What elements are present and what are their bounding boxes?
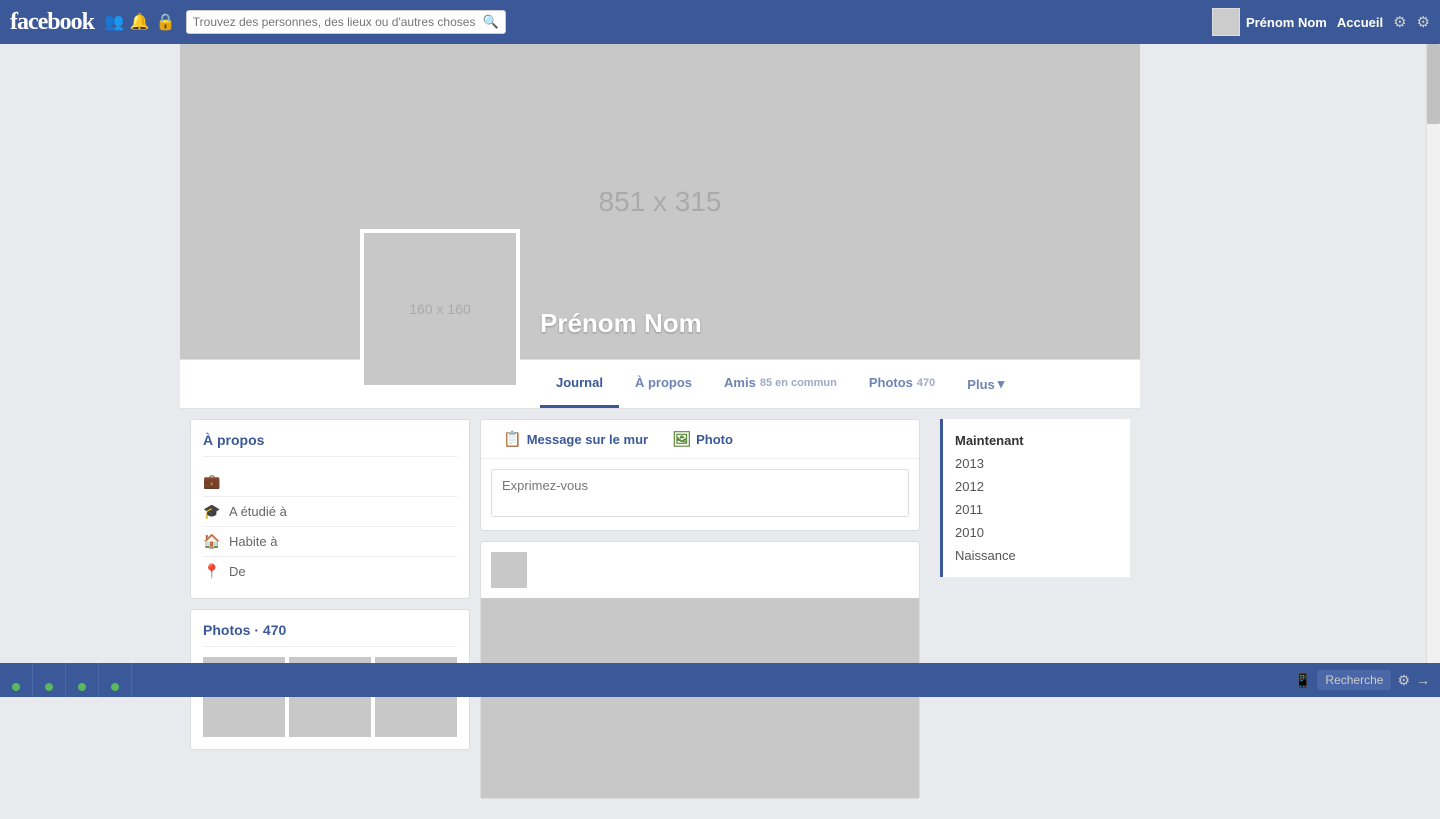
profile-tabs-bar: Journal À propos Amis 85 en commun Photo… — [180, 359, 1140, 409]
post-box-tabs: 📋 Message sur le mur 🖼 Photo — [481, 420, 919, 459]
page-wrapper: 851 x 315 160 x 160 Prénom Nom Journal À… — [0, 44, 1440, 819]
photo-tab-label: Photo — [696, 432, 733, 447]
green-dot-4 — [111, 683, 119, 691]
post-input[interactable] — [491, 469, 909, 517]
gear-icon[interactable]: ⚙ — [1393, 13, 1406, 31]
profile-name: Prénom Nom — [540, 308, 702, 339]
right-column: 📋 Message sur le mur 🖼 Photo — [480, 419, 920, 809]
timeline-2011[interactable]: 2011 — [943, 498, 1130, 521]
feed-header — [481, 542, 919, 598]
about-home: 🏠 Habite à — [203, 527, 457, 557]
user-area[interactable]: Prénom Nom — [1212, 8, 1327, 36]
timeline-2010[interactable]: 2010 — [943, 521, 1130, 544]
settings-icon[interactable]: ⚙ — [1417, 13, 1430, 31]
search-bar[interactable]: 🔍 — [186, 10, 506, 34]
tab-photos[interactable]: Photos 470 — [853, 360, 951, 408]
green-dot-1 — [12, 683, 20, 691]
search-icon: 🔍 — [483, 14, 499, 30]
about-from: 📍 De — [203, 557, 457, 586]
feed-content-body — [481, 598, 919, 798]
timeline-sidebar: Maintenant 2013 2012 2011 2010 — [930, 419, 1130, 809]
topnav-right: Prénom Nom Accueil ⚙ ⚙ — [1212, 8, 1430, 36]
bottom-item-4[interactable] — [99, 663, 132, 697]
user-avatar-small — [1212, 8, 1240, 36]
timeline-nav: Maintenant 2013 2012 2011 2010 — [940, 419, 1130, 577]
bottom-search[interactable]: Recherche — [1317, 670, 1391, 690]
bottom-item-2[interactable] — [33, 663, 66, 697]
photo-icon: 🖼 — [672, 430, 691, 448]
from-label: De — [229, 564, 246, 579]
green-dot-2 — [45, 683, 53, 691]
bottom-search-label: Recherche — [1325, 673, 1383, 687]
education-icon: 🎓 — [203, 503, 221, 520]
two-col-layout: À propos 💼 🎓 A étudié à 🏠 Habite à — [180, 419, 1140, 819]
search-input[interactable] — [193, 15, 483, 29]
notifications-icon[interactable]: 🔔 — [130, 12, 150, 32]
post-input-area — [481, 459, 919, 530]
phone-icon[interactable]: 📱 — [1294, 672, 1311, 689]
profile-picture[interactable]: 160 x 160 — [360, 229, 520, 389]
center-content: 851 x 315 160 x 160 Prénom Nom Journal À… — [180, 44, 1140, 819]
cover-photo: 851 x 315 160 x 160 Prénom Nom — [180, 44, 1140, 359]
nav-icon-group: 👥 🔔 🔒 — [104, 12, 176, 32]
bottom-item-1[interactable] — [0, 663, 33, 697]
lock-icon[interactable]: 🔒 — [156, 12, 176, 32]
home-icon: 🏠 — [203, 533, 221, 550]
bottom-arrow-icon[interactable]: → — [1416, 672, 1430, 688]
wall-tab[interactable]: 📋 Message sur le mur — [491, 420, 660, 458]
location-icon: 📍 — [203, 563, 221, 580]
about-box: À propos 💼 🎓 A étudié à 🏠 Habite à — [190, 419, 470, 599]
bottom-item-3[interactable] — [66, 663, 99, 697]
green-dot-3 — [78, 683, 86, 691]
cover-dimensions: 851 x 315 — [599, 186, 722, 218]
bottom-bar: 📱 Recherche ⚙ → — [0, 663, 1440, 697]
user-name: Prénom Nom — [1246, 15, 1327, 30]
feed-avatar — [491, 552, 527, 588]
scrollbar[interactable] — [1426, 44, 1440, 697]
scrollbar-thumb[interactable] — [1427, 44, 1440, 124]
top-navigation: facebook 👥 🔔 🔒 🔍 Prénom Nom Accueil ⚙ ⚙ — [0, 0, 1440, 44]
friends-icon[interactable]: 👥 — [104, 12, 124, 32]
left-column: À propos 💼 🎓 A étudié à 🏠 Habite à — [190, 419, 470, 809]
chevron-down-icon: ▾ — [998, 376, 1005, 392]
work-icon: 💼 — [203, 473, 221, 490]
facebook-logo: facebook — [10, 9, 94, 36]
accueil-link[interactable]: Accueil — [1337, 15, 1383, 30]
education-label: A étudié à — [229, 504, 287, 519]
timeline-2012[interactable]: 2012 — [943, 475, 1130, 498]
wall-icon: 📋 — [503, 430, 522, 448]
timeline-naissance[interactable]: Naissance — [943, 544, 1130, 567]
about-work: 💼 — [203, 467, 457, 497]
timeline-2013[interactable]: 2013 — [943, 452, 1130, 475]
tab-journal[interactable]: Journal — [540, 360, 619, 408]
timeline-maintenant[interactable]: Maintenant — [943, 429, 1130, 452]
bottom-right: 📱 Recherche ⚙ → — [1284, 670, 1440, 690]
photos-title: Photos · 470 — [203, 622, 457, 647]
profile-pic-dimensions: 160 x 160 — [409, 301, 471, 317]
wall-tab-label: Message sur le mur — [527, 432, 648, 447]
tab-amis[interactable]: Amis 85 en commun — [708, 360, 853, 408]
left-spacer — [0, 44, 180, 819]
photo-tab[interactable]: 🖼 Photo — [660, 420, 745, 458]
bottom-gear-icon[interactable]: ⚙ — [1397, 672, 1410, 689]
about-education: 🎓 A étudié à — [203, 497, 457, 527]
tab-plus[interactable]: Plus ▾ — [951, 362, 1020, 406]
post-box: 📋 Message sur le mur 🖼 Photo — [480, 419, 920, 531]
tab-apropos[interactable]: À propos — [619, 360, 708, 408]
bottom-bar-items — [0, 663, 1284, 697]
about-title: À propos — [203, 432, 457, 457]
home-label: Habite à — [229, 534, 277, 549]
